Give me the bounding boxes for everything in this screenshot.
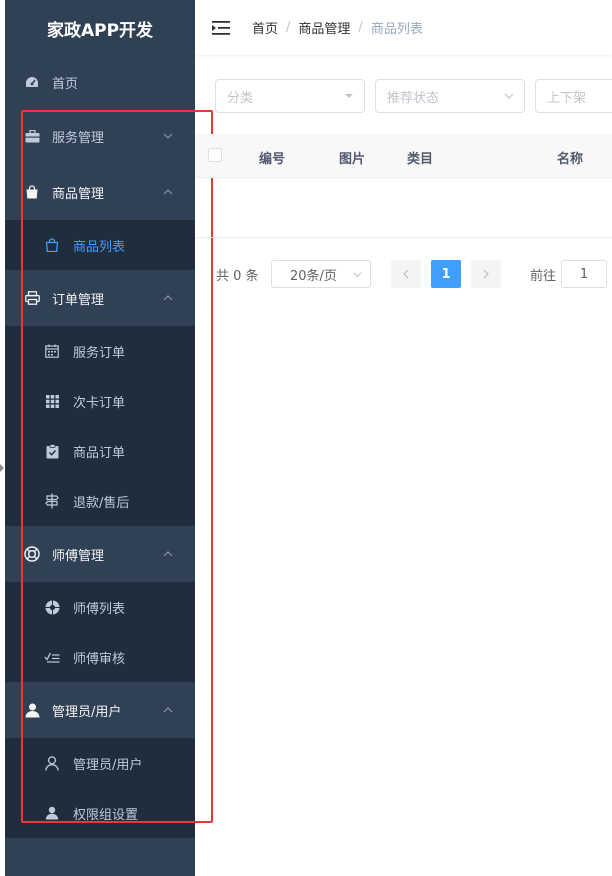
- page-size-select[interactable]: 20条/页: [271, 260, 371, 288]
- sidebar-item-label: 商品管理: [52, 186, 105, 202]
- goto-page-input[interactable]: 1: [561, 260, 607, 288]
- sidebar-item-label: 服务管理: [52, 130, 105, 146]
- submenu-masters: 师傅列表 师傅审核: [5, 582, 195, 682]
- sidebar-item-master-list[interactable]: 师傅列表: [5, 582, 195, 632]
- shopping-bag-icon: [23, 183, 41, 201]
- column-header-name[interactable]: 名称: [557, 148, 583, 167]
- briefcase-icon: [23, 127, 41, 145]
- breadcrumb-separator: /: [358, 20, 363, 35]
- table-body-empty: [195, 178, 612, 238]
- chevron-up-icon: [163, 551, 173, 557]
- submenu-goods: 商品列表: [5, 220, 195, 270]
- recommend-select[interactable]: 推荐状态: [375, 79, 525, 113]
- chevron-down-icon: [353, 272, 362, 278]
- sidebar-item-label: 次卡订单: [73, 395, 126, 411]
- user-outline-icon: [43, 754, 61, 772]
- goto-label: 前往: [530, 269, 557, 284]
- next-page-button[interactable]: [471, 260, 501, 288]
- column-header-id[interactable]: 编号: [259, 148, 285, 167]
- collapse-handle-icon[interactable]: [0, 464, 4, 472]
- lifebuoy-icon: [23, 545, 41, 563]
- column-header-category[interactable]: 类目: [407, 148, 433, 167]
- sidebar-group-orders[interactable]: 订单管理: [5, 270, 195, 326]
- check-list-icon: [43, 648, 61, 666]
- prev-page-button[interactable]: [391, 260, 421, 288]
- grid-icon: [43, 392, 61, 410]
- sidebar-item-home[interactable]: 首页: [5, 56, 195, 108]
- sidebar-group-goods[interactable]: 商品管理: [5, 164, 195, 220]
- sidebar-item-label: 退款/售后: [73, 495, 130, 511]
- chevron-up-icon: [163, 707, 173, 713]
- sidebar: 家政APP开发 首页 服务管理 商品管理 商品列表 订单管理 服务订单 次卡订单…: [5, 0, 195, 876]
- column-header-image[interactable]: 图片: [339, 148, 365, 167]
- sidebar-group-service[interactable]: 服务管理: [5, 108, 195, 164]
- breadcrumb-home[interactable]: 首页: [252, 18, 278, 37]
- sidebar-item-label: 师傅列表: [73, 601, 126, 617]
- aperture-icon: [43, 598, 61, 616]
- recommend-placeholder: 推荐状态: [387, 90, 440, 106]
- sidebar-item-label: 管理员/用户: [52, 704, 122, 720]
- sidebar-item-service-orders[interactable]: 服务订单: [5, 326, 195, 376]
- app-title: 家政APP开发: [46, 20, 154, 41]
- shelf-placeholder: 上下架: [547, 90, 587, 106]
- category-select[interactable]: 分类: [215, 79, 365, 113]
- printer-icon: [23, 289, 41, 307]
- sidebar-item-label: 首页: [52, 76, 79, 92]
- submenu-orders: 服务订单 次卡订单 商品订单 退款/售后: [5, 326, 195, 526]
- sidebar-item-admin-users[interactable]: 管理员/用户: [5, 738, 195, 788]
- sidebar-item-label: 师傅管理: [52, 548, 105, 564]
- chevron-down-icon: [163, 133, 173, 139]
- table-header: 编号 图片 类目 名称: [195, 134, 612, 178]
- pagination-total: 共 0 条: [216, 269, 259, 284]
- caret-down-icon: [345, 94, 353, 98]
- sidebar-item-label: 商品列表: [73, 239, 126, 255]
- page-number-current[interactable]: 1: [431, 260, 461, 288]
- sidebar-group-masters[interactable]: 师傅管理: [5, 526, 195, 582]
- sidebar-item-permission-groups[interactable]: 权限组设置: [5, 788, 195, 838]
- sidebar-item-label: 管理员/用户: [73, 757, 143, 773]
- sidebar-item-label: 服务订单: [73, 345, 126, 361]
- chevron-down-icon: [504, 93, 514, 99]
- sidebar-item-refund[interactable]: 退款/售后: [5, 476, 195, 526]
- hamburger-toggle-icon[interactable]: [212, 20, 230, 36]
- top-navbar: 首页 / 商品管理 / 商品列表: [195, 0, 612, 55]
- breadcrumb-separator: /: [286, 20, 291, 35]
- user-filled-small-icon: [43, 804, 61, 822]
- chevron-up-icon: [163, 295, 173, 301]
- sidebar-item-label: 商品订单: [73, 445, 126, 461]
- select-all-checkbox[interactable]: [208, 148, 222, 162]
- shopping-bag-outline-icon: [43, 236, 61, 254]
- sidebar-item-goods-orders[interactable]: 商品订单: [5, 426, 195, 476]
- sidebar-item-goods-list[interactable]: 商品列表: [5, 220, 195, 270]
- sidebar-item-label: 订单管理: [52, 292, 105, 308]
- calendar-icon: [43, 342, 61, 360]
- sidebar-item-label: 权限组设置: [73, 807, 139, 823]
- chevron-left-icon: [403, 269, 409, 279]
- sidebar-item-label: 师傅审核: [73, 651, 126, 667]
- dashboard-icon: [23, 73, 41, 91]
- breadcrumb-current: 商品列表: [370, 22, 423, 37]
- sidebar-group-admins[interactable]: 管理员/用户: [5, 682, 195, 738]
- clipboard-check-icon: [43, 442, 61, 460]
- breadcrumb-goods[interactable]: 商品管理: [298, 18, 350, 37]
- breadcrumb: 首页 / 商品管理 / 商品列表: [252, 18, 423, 37]
- category-placeholder: 分类: [227, 90, 254, 106]
- submenu-admins: 管理员/用户 权限组设置: [5, 738, 195, 838]
- chevron-right-icon: [483, 269, 489, 279]
- chevron-up-icon: [163, 189, 173, 195]
- page-size-value: 20条/页: [290, 268, 337, 284]
- sidebar-item-card-orders[interactable]: 次卡订单: [5, 376, 195, 426]
- user-filled-icon: [23, 701, 41, 719]
- shelf-select[interactable]: 上下架: [535, 79, 612, 113]
- sidebar-item-master-review[interactable]: 师傅审核: [5, 632, 195, 682]
- signpost-icon: [43, 492, 61, 510]
